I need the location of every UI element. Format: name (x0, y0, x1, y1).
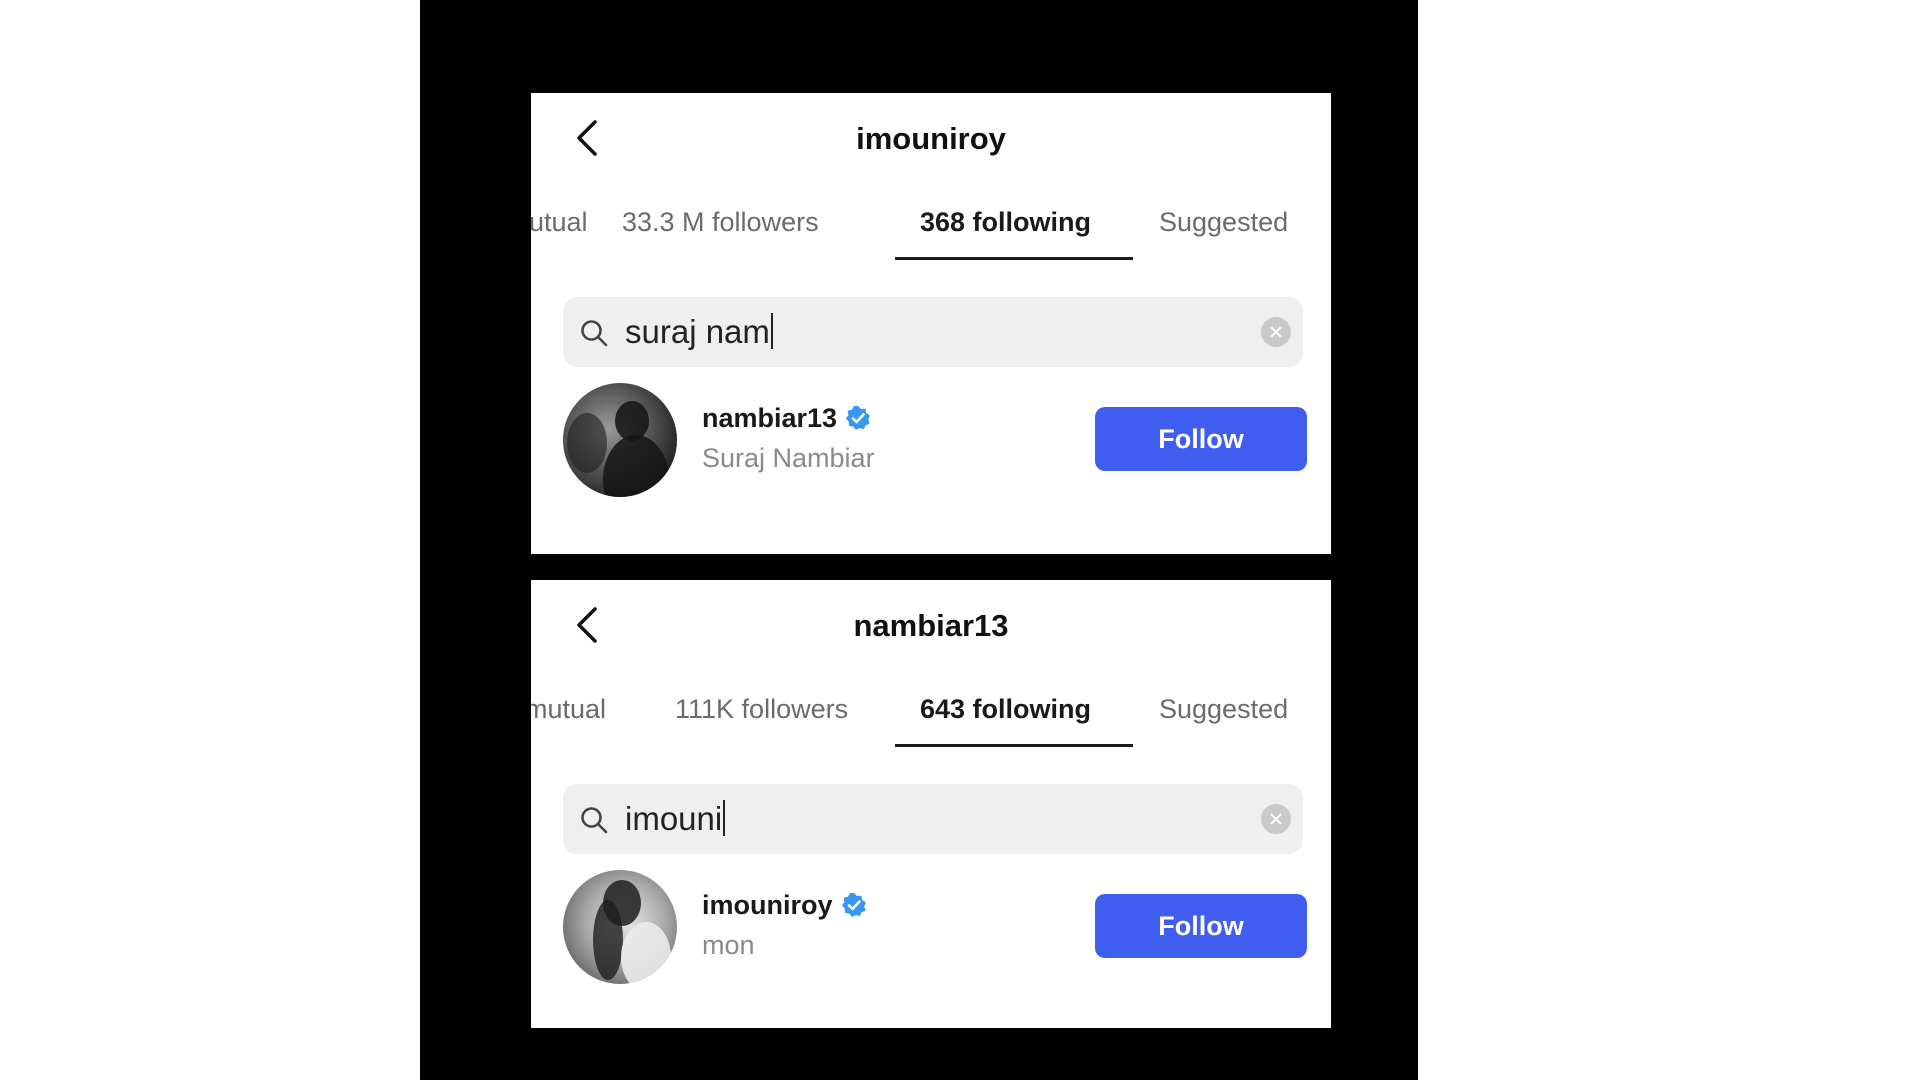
follow-tabs: mutual 111K followers 643 following Sugg… (531, 688, 1331, 752)
screenshot-backdrop: imouniroy utual 33.3 M followers 368 fol… (420, 0, 1418, 1080)
tab-following[interactable]: 368 following (920, 207, 1091, 238)
result-username[interactable]: imouniroy (702, 890, 867, 921)
tab-followers[interactable]: 33.3 M followers (622, 207, 819, 238)
result-full-name: mon (702, 930, 755, 960)
follow-button[interactable]: Follow (1095, 407, 1307, 471)
active-tab-underline (895, 744, 1133, 747)
verified-badge-icon (846, 406, 871, 430)
clear-search-icon[interactable] (1261, 317, 1291, 347)
profile-title: imouniroy (856, 121, 1006, 156)
follow-button[interactable]: Follow (1095, 894, 1307, 958)
profile-title: nambiar13 (853, 608, 1009, 643)
clear-search-icon[interactable] (1261, 804, 1291, 834)
search-input[interactable]: suraj nam (625, 313, 773, 351)
following-screen-nambiar13: nambiar13 mutual 111K followers 643 foll… (531, 580, 1331, 1028)
search-icon (581, 807, 608, 834)
active-tab-underline (895, 257, 1133, 260)
search-field[interactable]: imouni (563, 784, 1303, 854)
search-result-row[interactable]: nambiar13 Suraj Nambiar Follow (531, 383, 1331, 513)
tab-followers[interactable]: 111K followers (675, 694, 848, 725)
text-caret (770, 313, 773, 349)
following-screen-imouniroy: imouniroy utual 33.3 M followers 368 fol… (531, 93, 1331, 554)
tab-suggested[interactable]: Suggested (1159, 207, 1288, 238)
avatar[interactable] (563, 383, 677, 497)
tab-mutual[interactable]: utual (531, 207, 588, 238)
tab-following[interactable]: 643 following (920, 694, 1091, 725)
result-username[interactable]: nambiar13 (702, 403, 871, 434)
search-field[interactable]: suraj nam (563, 297, 1303, 367)
search-result-row[interactable]: imouniroy mon Follow (531, 870, 1331, 1000)
avatar[interactable] (563, 870, 677, 984)
header: imouniroy (531, 93, 1331, 183)
tab-mutual[interactable]: mutual (531, 694, 606, 725)
result-full-name: Suraj Nambiar (702, 443, 875, 473)
search-icon (581, 320, 608, 347)
search-input[interactable]: imouni (625, 800, 726, 838)
verified-badge-icon (841, 893, 866, 917)
follow-tabs: utual 33.3 M followers 368 following Sug… (531, 201, 1331, 265)
header: nambiar13 (531, 580, 1331, 670)
text-caret (723, 800, 726, 836)
tab-suggested[interactable]: Suggested (1159, 694, 1288, 725)
